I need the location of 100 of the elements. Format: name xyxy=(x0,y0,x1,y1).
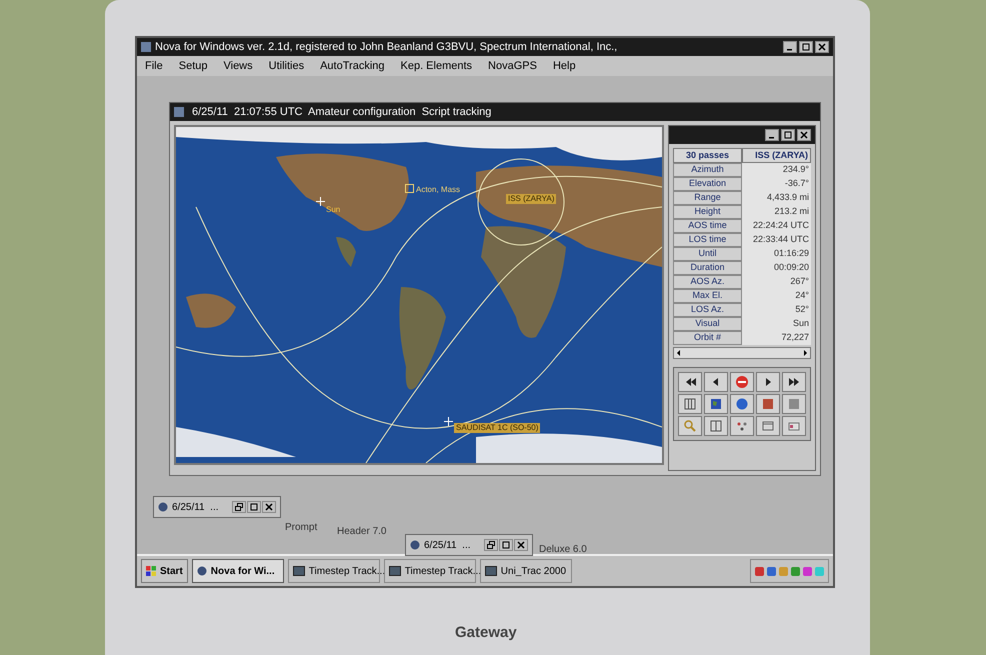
columns-button[interactable] xyxy=(704,416,728,436)
grid-icon xyxy=(683,397,697,411)
close-icon xyxy=(800,131,808,139)
table-cell: 267° xyxy=(742,275,811,289)
globe-button[interactable] xyxy=(730,394,754,414)
desktop-label: Header 7.0 xyxy=(337,525,386,539)
restore-button[interactable] xyxy=(232,501,246,513)
window-title: 6/25/11 ... xyxy=(172,500,219,514)
window-button[interactable] xyxy=(756,416,780,436)
row-label: AOS Az. xyxy=(673,275,742,289)
square-button[interactable] xyxy=(756,394,780,414)
menu-item[interactable]: Kep. Elements xyxy=(400,58,472,74)
play-button[interactable] xyxy=(756,372,780,392)
window-title: Nova for Windows ver. 2.1d, registered to John Beanland G3BVU, Spectrum International, Inc., xyxy=(155,40,618,55)
taskbar-button[interactable]: Uni_Trac 2000 xyxy=(480,559,572,583)
map-icon xyxy=(709,397,723,411)
stop-icon xyxy=(735,375,749,389)
sun-marker-icon xyxy=(316,197,325,206)
row-label: AOS time xyxy=(673,219,742,233)
app-icon xyxy=(174,107,184,117)
step-back-button[interactable] xyxy=(704,372,728,392)
close-icon xyxy=(818,43,826,51)
minimized-window[interactable]: 6/25/11 ... xyxy=(153,496,281,518)
table-cell: 4,433.9 mi xyxy=(742,191,811,205)
magnifier-icon xyxy=(683,419,697,433)
menu-item[interactable]: Help xyxy=(552,58,576,74)
table-cell: 72,227 xyxy=(742,331,811,345)
maximize-icon xyxy=(502,541,510,549)
table-cell: Sun xyxy=(742,317,811,331)
app-icon xyxy=(410,540,420,550)
row-label: Until xyxy=(673,247,742,261)
table-cell: 24° xyxy=(742,289,811,303)
column-header: 30 passes xyxy=(673,148,742,163)
globe-icon xyxy=(735,397,749,411)
minimize-button[interactable] xyxy=(765,129,779,141)
maximize-button[interactable] xyxy=(247,501,261,513)
window-icon xyxy=(761,419,775,433)
menu-item[interactable]: NovaGPS xyxy=(488,58,537,74)
column-header: ISS (ZARYA) xyxy=(742,148,811,163)
table-cell: -36.7° xyxy=(742,177,811,191)
dots-button[interactable] xyxy=(730,416,754,436)
table-cell: 213.2 mi xyxy=(742,205,811,219)
row-label: Duration xyxy=(673,261,742,275)
menu-item[interactable]: AutoTracking xyxy=(320,58,384,74)
scroll-bar[interactable] xyxy=(673,347,811,359)
menu-item[interactable]: Utilities xyxy=(268,58,304,74)
satellite-label: SAUDISAT 1C (SO-50) xyxy=(454,423,540,433)
row-label: LOS time xyxy=(673,233,742,247)
start-button[interactable]: Start xyxy=(141,559,188,583)
app-icon xyxy=(141,42,151,52)
row-label: LOS Az. xyxy=(673,303,742,317)
maximize-button[interactable] xyxy=(781,129,795,141)
magnifier-button[interactable] xyxy=(678,416,702,436)
satellite-marker-icon xyxy=(444,417,453,426)
row-label: Range xyxy=(673,191,742,205)
app-icon xyxy=(196,566,207,576)
windows-logo-icon xyxy=(146,566,156,576)
menu-item[interactable]: Setup xyxy=(178,58,208,74)
grid-button[interactable] xyxy=(678,394,702,414)
taskbar-button[interactable]: Nova for Wi... xyxy=(192,559,284,583)
close-icon xyxy=(265,503,273,511)
restore-button[interactable] xyxy=(484,539,498,551)
map-button[interactable] xyxy=(704,394,728,414)
desktop-label: Deluxe 6.0 xyxy=(539,543,587,557)
square-icon xyxy=(787,397,801,411)
minimized-window[interactable]: 6/25/11 ... xyxy=(405,534,533,556)
fast-forward-icon xyxy=(787,375,801,389)
fast-forward-button[interactable] xyxy=(782,372,806,392)
table-cell: 00:09:20 xyxy=(742,261,811,275)
maximize-button[interactable] xyxy=(799,41,813,53)
rewind-button[interactable] xyxy=(678,372,702,392)
brand-logo: Gateway xyxy=(455,623,517,643)
observer-marker-icon xyxy=(405,184,414,193)
square-icon xyxy=(761,397,775,411)
close-button[interactable] xyxy=(797,129,811,141)
desktop-label: Prompt xyxy=(285,521,318,535)
menu-item[interactable]: File xyxy=(145,58,163,74)
menu-item[interactable]: Views xyxy=(223,58,253,74)
row-label: Elevation xyxy=(673,177,742,191)
columns-icon xyxy=(709,419,723,433)
stop-button[interactable] xyxy=(730,372,754,392)
app-icon xyxy=(158,502,168,512)
window-icon xyxy=(484,566,497,576)
row-label: Height xyxy=(673,205,742,219)
maximize-icon xyxy=(784,131,792,139)
table-cell: 01:16:29 xyxy=(742,247,811,261)
row-label: Max El. xyxy=(673,289,742,303)
close-button[interactable] xyxy=(514,539,528,551)
minimize-button[interactable] xyxy=(783,41,797,53)
close-button[interactable] xyxy=(815,41,829,53)
maximize-button[interactable] xyxy=(499,539,513,551)
table-cell: 234.9° xyxy=(742,163,811,177)
restore-icon xyxy=(487,541,495,549)
window-icon xyxy=(292,566,305,576)
close-button[interactable] xyxy=(262,501,276,513)
close-icon xyxy=(517,541,525,549)
table-cell: 22:24:24 UTC xyxy=(742,219,811,233)
card-button[interactable] xyxy=(782,416,806,436)
window-title: 6/25/11 ... xyxy=(424,538,471,552)
location-label: Acton, Mass xyxy=(416,185,460,195)
